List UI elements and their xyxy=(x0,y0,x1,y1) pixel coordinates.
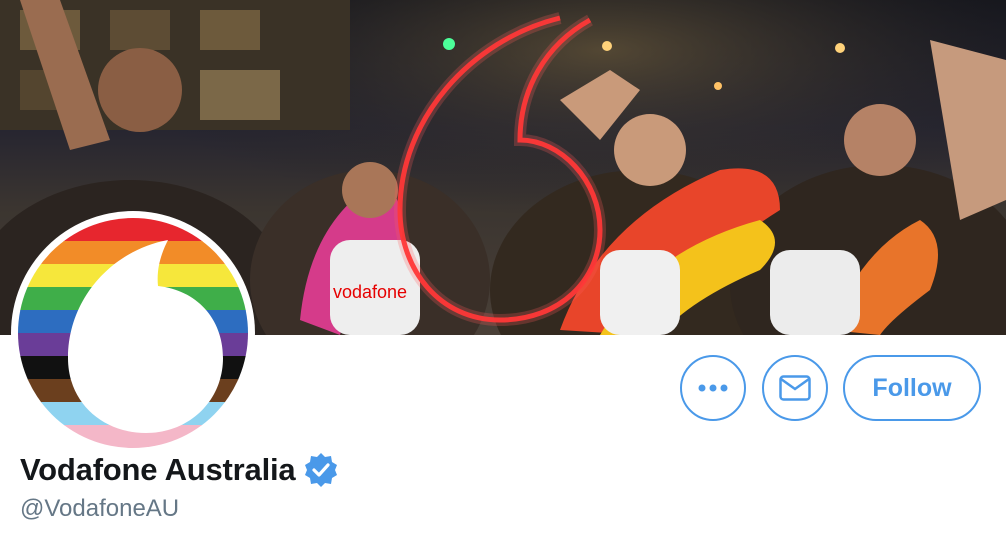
more-options-button[interactable] xyxy=(680,355,746,421)
vodafone-rainbow-logo xyxy=(18,218,248,448)
shirt-text: vodafone xyxy=(333,282,407,302)
ellipsis-icon xyxy=(698,384,728,392)
envelope-icon xyxy=(779,375,811,401)
verified-badge-icon xyxy=(305,453,338,487)
profile-name-row: Vodafone Australia xyxy=(20,452,339,488)
follow-button[interactable]: Follow xyxy=(843,355,981,421)
display-name: Vodafone Australia xyxy=(20,452,296,487)
message-button[interactable] xyxy=(762,355,828,421)
profile-handle: @VodafoneAU xyxy=(20,495,180,522)
profile-avatar[interactable] xyxy=(11,211,255,455)
